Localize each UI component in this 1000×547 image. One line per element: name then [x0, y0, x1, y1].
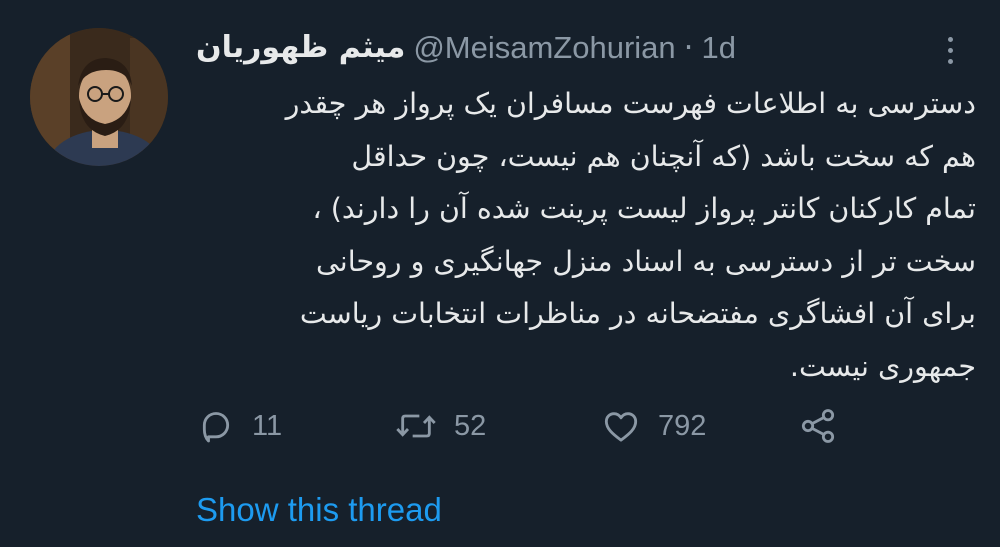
like-count: 792	[658, 409, 707, 442]
show-thread-link[interactable]: Show this thread	[196, 488, 442, 532]
retweet-icon	[396, 414, 436, 438]
heart-icon	[604, 412, 638, 442]
tweet-text-line: تمام کارکنان کانتر پرواز لیست پرینت شده …	[312, 192, 977, 225]
tweet-text-line: برای آن افشاگری مفتضحانه در مناظرات انتخ…	[299, 297, 976, 330]
separator-dot: ·	[683, 30, 694, 66]
like-button[interactable]: 792	[600, 400, 706, 452]
reply-icon	[202, 412, 230, 443]
display-name[interactable]: میثم ظهوریان	[196, 28, 405, 68]
user-handle[interactable]: @MeisamZohurian	[413, 28, 675, 68]
tweet-text-line: سخت تر از دسترسی به اسناد منزل جهانگیری …	[316, 244, 976, 278]
tweet-text: دسترسی به اطلاعات فهرست مسافران یک پرواز…	[196, 78, 976, 393]
tweet-text-line: دسترسی به اطلاعات فهرست مسافران یک پرواز…	[285, 87, 976, 120]
retweet-count: 52	[454, 409, 487, 442]
tweet-text-line: جمهوری نیست.	[789, 349, 976, 383]
reply-count: 11	[252, 409, 283, 442]
retweet-button[interactable]: 52	[394, 400, 486, 452]
more-dots-icon[interactable]	[938, 30, 962, 70]
avatar[interactable]	[30, 28, 168, 166]
tweet-text-line: هم که سخت باشد (که آنچنان هم نیست، چون ح…	[351, 139, 976, 173]
tweet-header: میثم ظهوریان @MeisamZohurian · 1d	[196, 28, 736, 68]
share-button[interactable]	[798, 400, 838, 452]
share-icon	[801, 409, 835, 443]
timestamp[interactable]: 1d	[702, 28, 736, 68]
reply-button[interactable]: 11	[196, 400, 282, 452]
